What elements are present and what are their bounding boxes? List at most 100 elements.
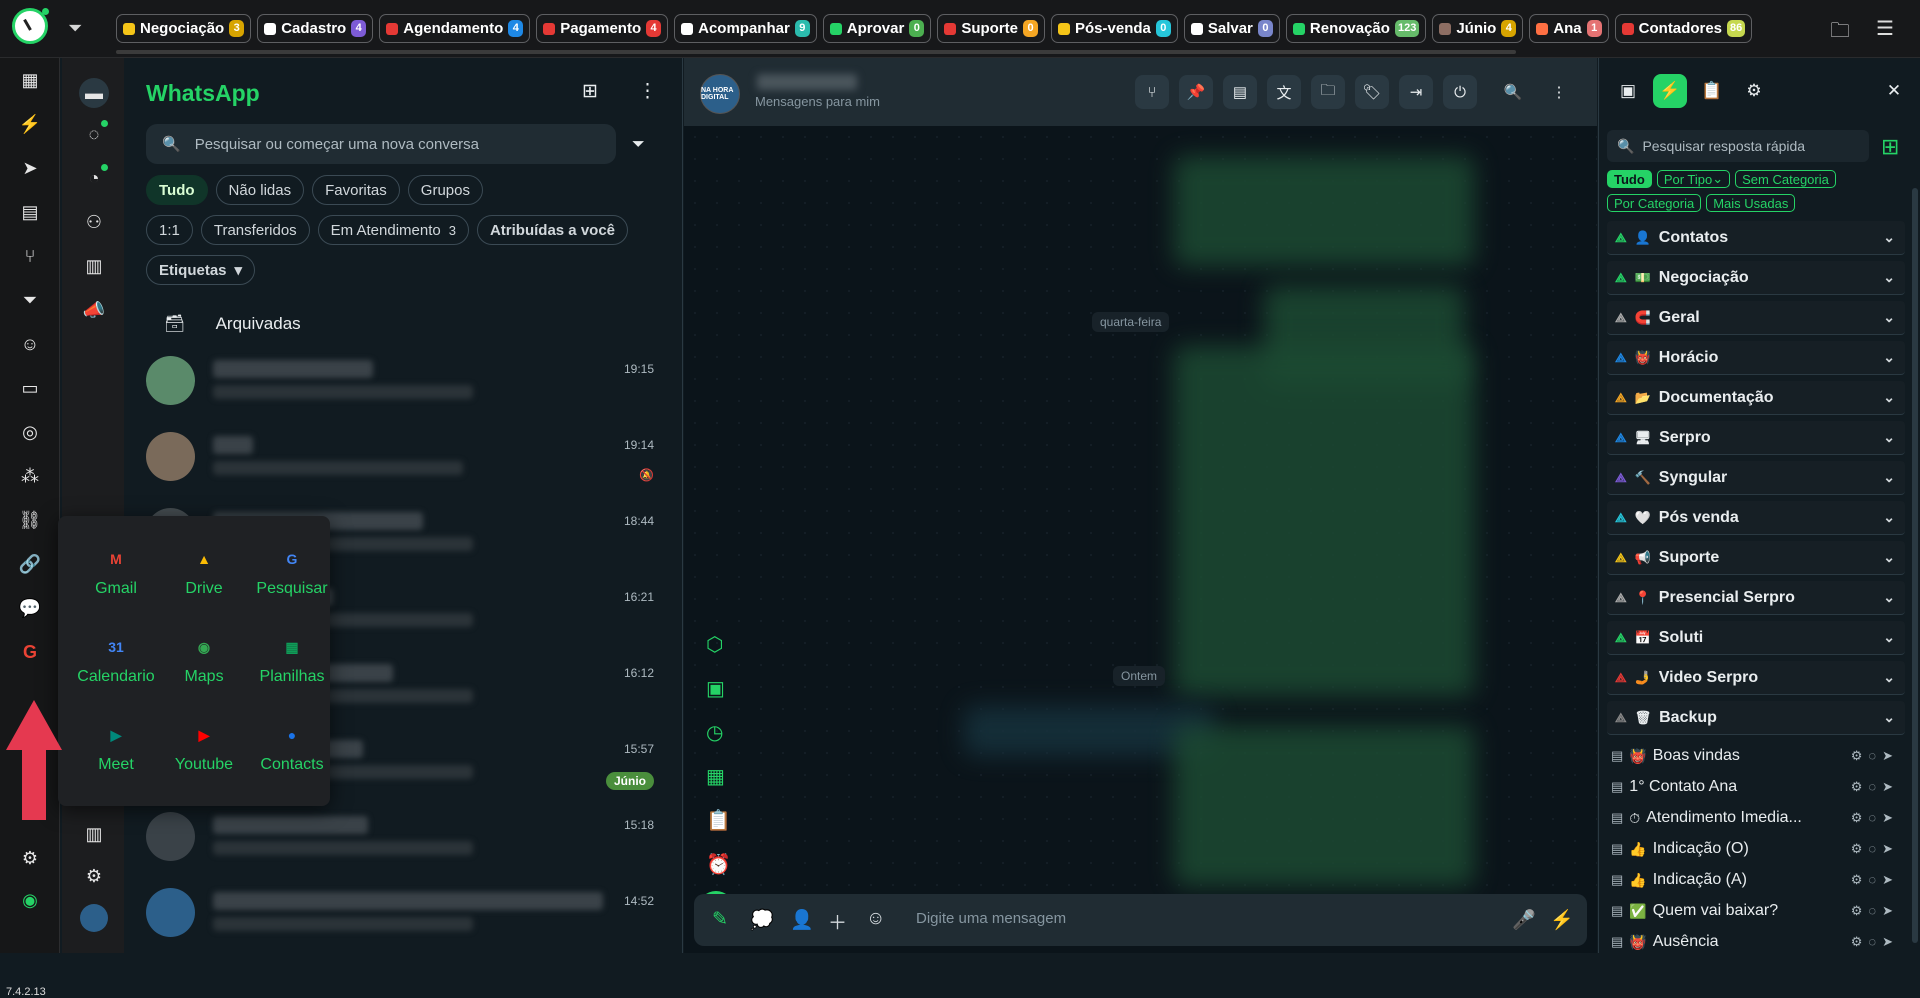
tag-ana[interactable]: Ana 1 xyxy=(1529,14,1609,43)
robot-icon[interactable]: ☺ xyxy=(18,332,42,356)
send-icon[interactable]: ➤ xyxy=(18,156,42,180)
translate-icon[interactable]: 文 xyxy=(1267,75,1301,109)
filter-pill[interactable]: Favoritas xyxy=(312,175,400,205)
app-planilhas[interactable]: ▦ Planilhas xyxy=(247,634,337,686)
menu-icon[interactable]: ☰ xyxy=(1876,16,1894,41)
quick-reply-actions-icons[interactable]: ⚙◌➤ xyxy=(1851,748,1899,764)
category-row[interactable]: ⟁ 📂 Documentação ⌄ xyxy=(1607,381,1905,415)
link-icon[interactable]: 🔗 xyxy=(18,552,42,576)
grid-add-icon[interactable]: ⊞ xyxy=(1881,134,1899,160)
quick-reply-filter[interactable]: Sem Categoria xyxy=(1735,170,1836,188)
quick-reply-item[interactable]: ▤ ⏱ Atendimento Imedia... ⚙◌➤ xyxy=(1607,803,1905,833)
communities-icon[interactable]: ⚇ xyxy=(82,210,106,234)
tag-contadores[interactable]: Contadores 86 xyxy=(1614,14,1753,43)
quick-reply-actions-icons[interactable]: ⚙◌➤ xyxy=(1851,903,1899,919)
user-avatar[interactable] xyxy=(80,904,108,932)
contact-card-icon[interactable]: ▣ xyxy=(706,676,725,701)
target-icon[interactable]: ◎ xyxy=(18,420,42,444)
more-options-icon[interactable]: ⋮ xyxy=(638,80,657,103)
filter-pill[interactable]: Não lidas xyxy=(215,175,305,205)
search-icon[interactable]: 🔍 xyxy=(1496,75,1530,109)
schedule-icon[interactable]: ◷ xyxy=(706,720,723,745)
app-gmail[interactable]: M Gmail xyxy=(71,546,161,598)
funnel-icon[interactable]: ⏷ xyxy=(18,288,42,312)
lightning-icon[interactable]: ⚡ xyxy=(18,112,42,136)
filter-pill[interactable]: Tudo xyxy=(146,175,208,205)
power-icon[interactable]: ⏻ xyxy=(1443,75,1477,109)
network-icon[interactable]: ⁂ xyxy=(18,464,42,488)
edit-icon[interactable]: ✎ xyxy=(712,908,728,931)
more-options-icon[interactable]: ⋮ xyxy=(1542,75,1576,109)
quick-reply-filter[interactable]: Por Tipo ⌄ xyxy=(1656,170,1731,188)
message-input[interactable]: Digite uma mensagem xyxy=(916,910,1066,927)
microphone-icon[interactable]: 🎤 xyxy=(1512,908,1536,932)
search-input[interactable]: 🔍 Pesquisar ou começar uma nova conversa xyxy=(146,124,616,164)
flow-icon[interactable]: ⑂ xyxy=(1135,75,1169,109)
quick-reply-item[interactable]: ▤ ✅ Quem vai baixar? ⚙◌➤ xyxy=(1607,896,1905,926)
channels-icon[interactable]: ◔ xyxy=(82,164,108,190)
quick-reply-item[interactable]: ▤ 👍 Indicação (A) ⚙◌➤ xyxy=(1607,865,1905,895)
chats-icon[interactable]: ▬ xyxy=(79,78,109,108)
etiquetas-dropdown[interactable]: Etiquetas ▾ xyxy=(146,255,256,285)
profile-icon[interactable]: ◉ xyxy=(18,888,42,912)
pin-icon[interactable]: 📌 xyxy=(1179,75,1213,109)
app-logo-clock-icon[interactable] xyxy=(12,8,49,44)
quick-reply-item[interactable]: ▤ 👹 Boas vindas ⚙◌➤ xyxy=(1607,741,1905,771)
category-row[interactable]: ⟁ 🧲 Geral ⌄ xyxy=(1607,301,1905,335)
folder-icon[interactable]: 🗀 xyxy=(1311,75,1345,109)
sticker-icon[interactable]: ☺ xyxy=(866,908,885,930)
panel-scrollbar[interactable] xyxy=(1912,188,1918,943)
columns-icon[interactable]: ▥ xyxy=(82,822,106,846)
category-row[interactable]: ⟁ 🖥 Serpro ⌄ xyxy=(1607,421,1905,455)
quick-reply-item[interactable]: ▤ 👍 Indicação (O) ⚙◌➤ xyxy=(1607,834,1905,864)
category-row[interactable]: ⟁ 🤍 Pós venda ⌄ xyxy=(1607,501,1905,535)
kanban-icon[interactable]: ▦ xyxy=(18,68,42,92)
chat-list-item[interactable]: 14:52 xyxy=(146,880,666,956)
settings-icon[interactable]: ⚙ xyxy=(82,864,106,888)
webhook-icon[interactable]: ⛓ xyxy=(18,508,42,532)
chat-bubbles-icon[interactable]: 💭 xyxy=(750,908,774,932)
app-calendario[interactable]: 31 Calendario xyxy=(71,634,161,686)
chat-list-item[interactable]: 19:14 🔕 xyxy=(146,424,666,500)
category-row[interactable]: ⟁ 👤 Contatos ⌄ xyxy=(1607,221,1905,255)
flow-icon[interactable]: ⑂ xyxy=(18,244,42,268)
store-icon[interactable]: ▥ xyxy=(82,254,106,278)
category-row[interactable]: ⟁ 📢 Suporte ⌄ xyxy=(1607,541,1905,575)
app-maps[interactable]: ◉ Maps xyxy=(159,634,249,686)
tag-pagamento[interactable]: Pagamento 4 xyxy=(536,14,669,43)
new-folder-icon[interactable]: 🗀 xyxy=(1830,16,1850,50)
contact-avatar[interactable]: NA HORA DIGITAL xyxy=(700,74,740,114)
quick-reply-actions-icons[interactable]: ⚙◌➤ xyxy=(1851,872,1899,888)
conversation-header[interactable]: NA HORA DIGITAL Mensagens para mim ⑂ 📌 ▤… xyxy=(684,58,1597,126)
calendar-icon[interactable]: ▤ xyxy=(18,200,42,224)
archived-row[interactable]: 🗃 Arquivadas xyxy=(164,314,301,334)
chat-list-item[interactable]: 19:15 xyxy=(146,348,666,424)
quick-reply-filter[interactable]: Por Categoria xyxy=(1607,194,1702,212)
filter-icon[interactable]: ⏷ xyxy=(68,18,82,39)
app-pesquisar[interactable]: G Pesquisar xyxy=(247,546,337,598)
alarm-icon[interactable]: ⏰ xyxy=(706,852,731,877)
filter-pill[interactable]: Grupos xyxy=(407,175,483,205)
chat-search-icon[interactable]: 💬 xyxy=(18,596,42,620)
quick-reply-actions-icons[interactable]: ⚙◌➤ xyxy=(1851,934,1899,950)
contact-card-icon[interactable]: ▣ xyxy=(1611,74,1645,108)
chat-list-item[interactable]: 15:18 xyxy=(146,804,666,880)
cube-icon[interactable]: ⬡ xyxy=(706,632,723,657)
quick-reply-search-input[interactable]: 🔍 Pesquisar resposta rápida xyxy=(1607,130,1869,162)
exit-icon[interactable]: ⇥ xyxy=(1399,75,1433,109)
app-youtube[interactable]: ▶ Youtube xyxy=(159,722,249,774)
filter-list-icon[interactable]: ⏷ xyxy=(632,136,645,154)
tag-júnio[interactable]: Júnio 4 xyxy=(1432,14,1524,43)
lightning-icon[interactable]: ⚡ xyxy=(1550,908,1574,932)
quick-reply-filter[interactable]: Mais Usadas xyxy=(1706,194,1796,212)
lightning-icon[interactable]: ⚡ xyxy=(1653,74,1687,108)
category-row[interactable]: ⟁ 👹 Horácio ⌄ xyxy=(1607,341,1905,375)
category-row[interactable]: ⟁ 📅 Soluti ⌄ xyxy=(1607,621,1905,655)
tag-aprovar[interactable]: Aprovar 0 xyxy=(822,14,932,43)
quick-reply-item[interactable]: ▤ 1° Contato Ana ⚙◌➤ xyxy=(1607,772,1905,802)
clipboard-icon[interactable]: 📋 xyxy=(1695,74,1729,108)
category-row[interactable]: ⟁ 💵 Negociação ⌄ xyxy=(1607,261,1905,295)
filter-pill[interactable]: 1:1 xyxy=(146,215,193,245)
category-row[interactable]: ⟁ 🗑 Backup ⌄ xyxy=(1607,701,1905,735)
tag-negociação[interactable]: Negociação 3 xyxy=(116,14,252,43)
